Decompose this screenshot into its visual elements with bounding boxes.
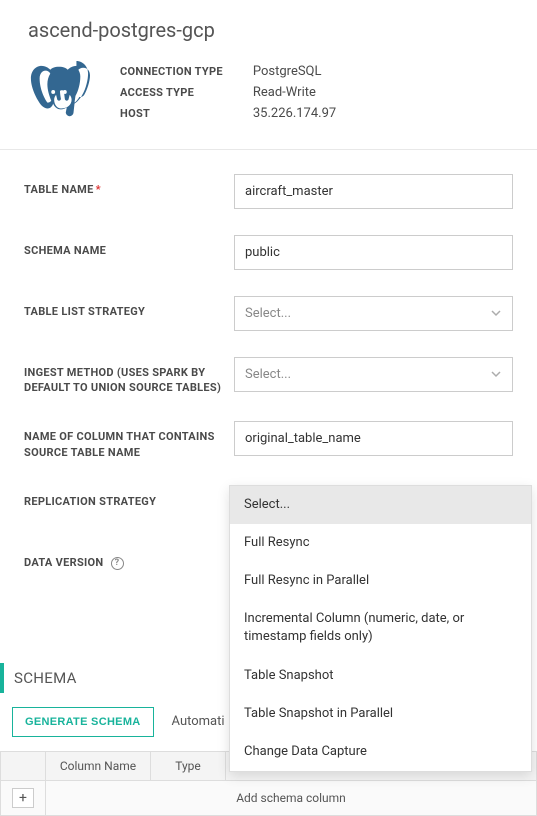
generate-schema-button[interactable]: GENERATE SCHEMA xyxy=(12,707,154,737)
add-column-button[interactable]: + xyxy=(12,788,34,808)
replication-strategy-label: REPLICATION STRATEGY xyxy=(24,486,234,509)
dropdown-item[interactable]: Full Resync in Parallel xyxy=(230,562,531,600)
dropdown-item[interactable]: Incremental Column (numeric, date, or ti… xyxy=(230,600,531,656)
schema-col-name: Column Name xyxy=(46,751,151,780)
dropdown-item[interactable]: Select... xyxy=(230,486,531,524)
page-title: ascend-postgres-gcp xyxy=(28,18,509,42)
required-asterisk: * xyxy=(96,183,101,196)
table-list-strategy-label: TABLE LIST STRATEGY xyxy=(24,296,234,319)
info-icon[interactable]: ? xyxy=(111,557,124,570)
add-column-text[interactable]: Add schema column xyxy=(46,780,537,815)
chevron-down-icon xyxy=(490,307,502,319)
schema-name-input[interactable] xyxy=(234,235,513,270)
dropdown-item[interactable]: Table Snapshot xyxy=(230,657,531,695)
table-name-input[interactable] xyxy=(234,174,513,209)
source-column-label: NAME OF COLUMN THAT CONTAINS SOURCE TABL… xyxy=(24,421,234,460)
schema-add-row: + Add schema column xyxy=(1,780,537,815)
conn-meta-labels: CONNECTION TYPE ACCESS TYPE HOST xyxy=(120,62,223,125)
schema-name-label: SCHEMA NAME xyxy=(24,235,234,258)
ingest-method-label: INGEST METHOD (USES SPARK BY DEFAULT TO … xyxy=(24,357,234,396)
dropdown-item[interactable]: Table Snapshot in Parallel xyxy=(230,695,531,733)
conn-meta-values: PostgreSQL Read-Write 35.226.174.97 xyxy=(253,62,336,125)
connection-info: CONNECTION TYPE ACCESS TYPE HOST Postgre… xyxy=(0,52,537,149)
dropdown-item[interactable]: Change Data Capture xyxy=(230,733,531,771)
table-name-label: TABLE NAME* xyxy=(24,174,234,197)
replication-strategy-dropdown: Select... Full Resync Full Resync in Par… xyxy=(229,485,532,773)
data-version-label: DATA VERSION ? xyxy=(24,547,234,570)
chevron-down-icon xyxy=(490,368,502,380)
table-list-strategy-select[interactable]: Select... xyxy=(234,296,513,331)
source-column-input[interactable] xyxy=(234,421,513,456)
ingest-method-select[interactable]: Select... xyxy=(234,357,513,392)
postgres-icon xyxy=(28,60,90,122)
schema-col-type: Type xyxy=(151,751,226,780)
automatic-text: Automati xyxy=(172,714,225,729)
dropdown-item[interactable]: Full Resync xyxy=(230,524,531,562)
schema-col-blank xyxy=(1,751,46,780)
